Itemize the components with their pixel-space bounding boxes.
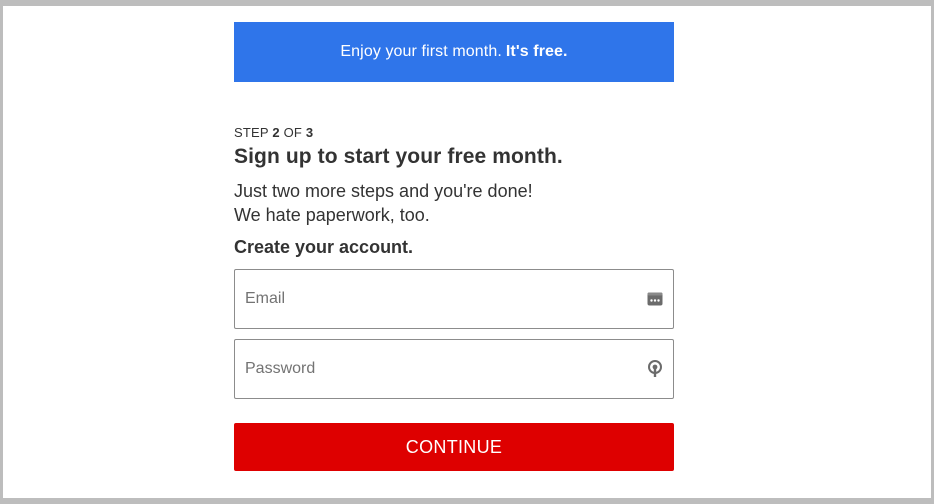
step-prefix: STEP: [234, 125, 269, 140]
step-indicator: STEP 2 OF 3: [234, 125, 674, 140]
step-of: OF: [283, 125, 303, 140]
promo-banner: Enjoy your first month. It's free.: [234, 22, 674, 82]
page-subtitle: Just two more steps and you're done! We …: [234, 179, 674, 227]
promo-strong-text: It's free.: [505, 43, 568, 60]
email-field[interactable]: Email: [234, 269, 674, 329]
password-placeholder: Password: [245, 360, 316, 377]
step-current: 2: [272, 125, 280, 140]
promo-text: Enjoy your first month.: [340, 43, 502, 60]
signup-container: Enjoy your first month. It's free. STEP …: [234, 0, 674, 471]
step-total: 3: [305, 125, 314, 140]
password-field[interactable]: Password: [234, 339, 674, 399]
email-placeholder: Email: [245, 290, 286, 307]
subtitle-line-2: We hate paperwork, too.: [234, 205, 430, 225]
subtitle-line-1: Just two more steps and you're done!: [234, 181, 533, 201]
section-heading: Create your account.: [234, 237, 414, 257]
continue-button[interactable]: CONTINUE: [234, 423, 674, 471]
password-manager-dots-icon[interactable]: [647, 291, 663, 307]
page-title: Sign up to start your free month.: [234, 145, 563, 168]
key-manager-icon[interactable]: [647, 360, 663, 377]
